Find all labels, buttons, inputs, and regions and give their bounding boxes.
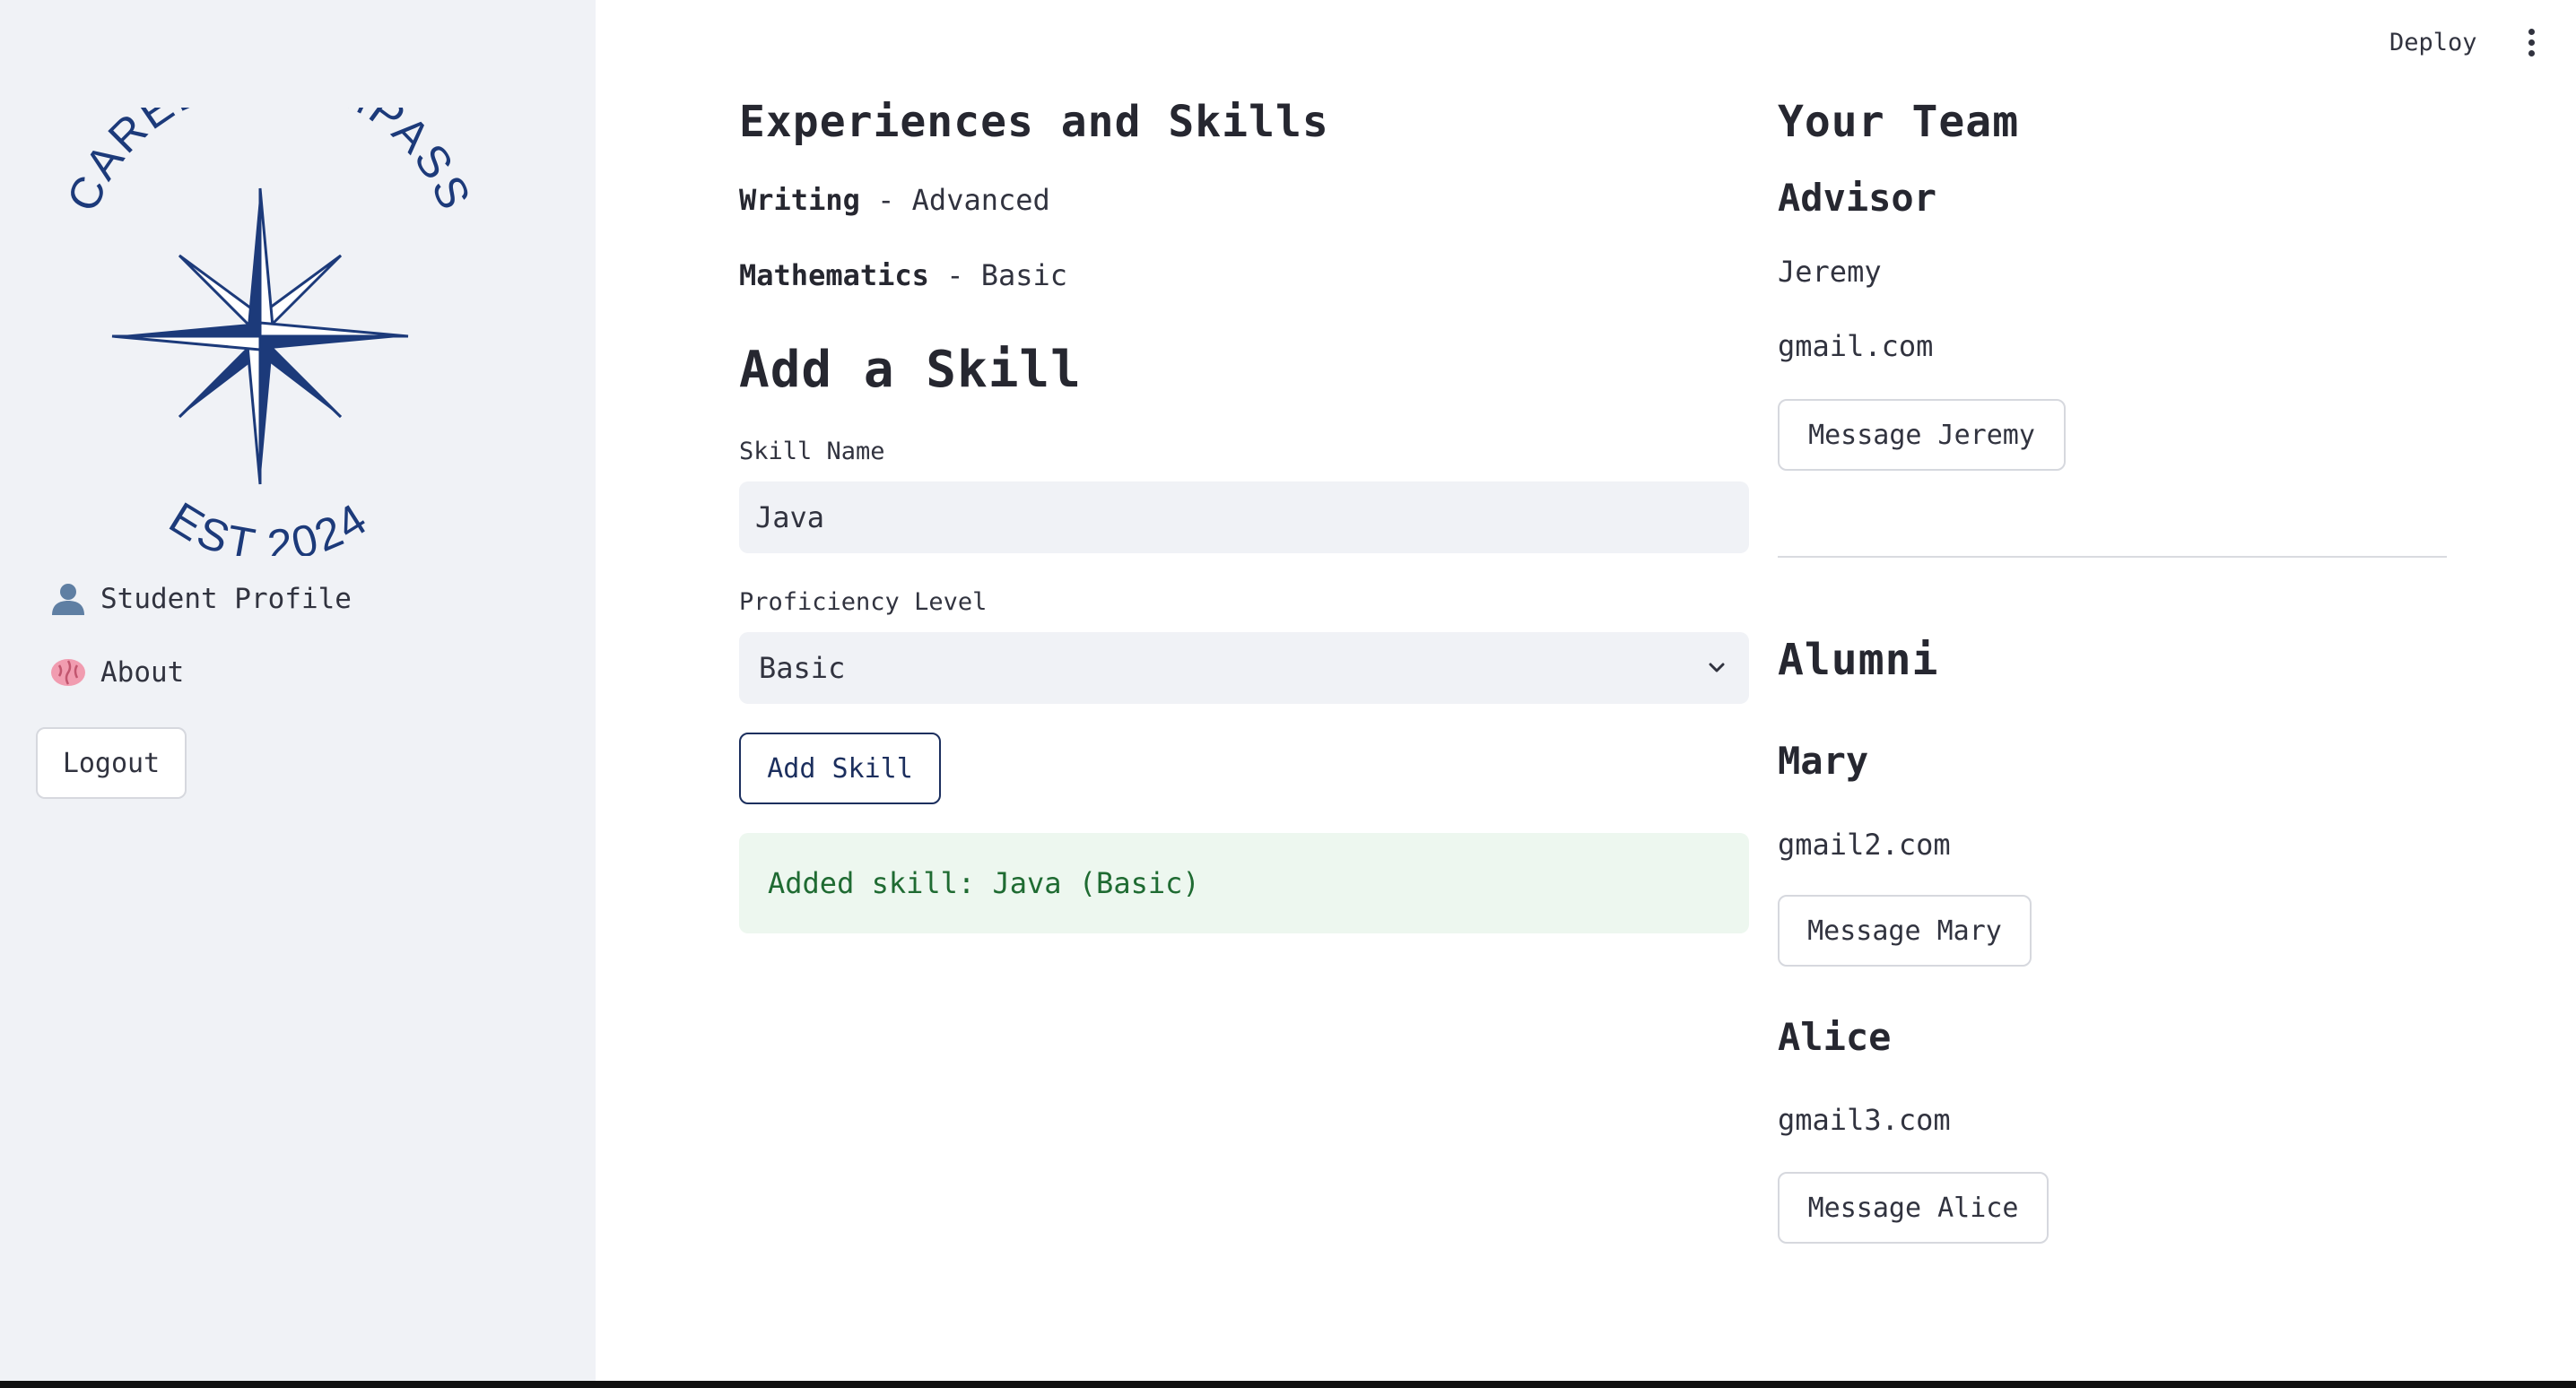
message-advisor-button[interactable]: Message Jeremy — [1778, 399, 2066, 471]
sidebar-item-about[interactable]: About — [48, 655, 184, 690]
alumni-heading: Alumni — [1778, 635, 1939, 685]
sidebar-item-label: Student Profile — [100, 583, 352, 615]
logo-bottom-text: EST 2024 — [161, 492, 377, 556]
deploy-button[interactable]: Deploy — [2389, 29, 2477, 56]
sidebar-item-label: About — [100, 656, 185, 689]
skill-level: Advanced — [911, 183, 1050, 217]
alumni-email: gmail2.com — [1778, 828, 1951, 862]
add-skill-button[interactable]: Add Skill — [739, 733, 941, 804]
sidebar: CAREER COMPASS EST 2024 — [0, 0, 596, 1388]
skill-name: Mathematics — [739, 258, 929, 292]
proficiency-level-label: Proficiency Level — [739, 588, 988, 616]
skill-level: Basic — [980, 258, 1068, 292]
advisor-email: gmail.com — [1778, 329, 1934, 363]
person-silhouette-icon — [52, 584, 84, 615]
proficiency-level-select[interactable]: Basic — [739, 632, 1749, 704]
sidebar-item-student-profile[interactable]: Student Profile — [48, 581, 352, 617]
success-alert: Added skill: Java (Basic) — [739, 833, 1749, 933]
skill-item: Writing - Advanced — [739, 183, 1050, 217]
message-alice-button[interactable]: Message Alice — [1778, 1172, 2049, 1244]
alumni-email: gmail3.com — [1778, 1103, 1951, 1137]
advisor-heading: Advisor — [1778, 176, 1937, 220]
advisor-name: Jeremy — [1778, 255, 1882, 289]
bottom-border — [0, 1381, 2576, 1388]
app-root: CAREER COMPASS EST 2024 — [0, 0, 2576, 1388]
add-skill-title: Add a Skill — [739, 341, 1082, 399]
logo-top-text: CAREER COMPASS — [57, 108, 475, 219]
skill-name-label: Skill Name — [739, 438, 885, 465]
message-mary-button[interactable]: Message Mary — [1778, 895, 2032, 967]
career-compass-logo: CAREER COMPASS EST 2024 — [57, 108, 475, 556]
chevron-down-icon — [1709, 663, 1725, 672]
skill-item: Mathematics - Basic — [739, 258, 1067, 292]
experiences-title: Experiences and Skills — [739, 97, 1329, 147]
skill-separator: - — [859, 183, 912, 217]
compass-star-icon — [111, 187, 409, 485]
team-title: Your Team — [1778, 97, 2020, 147]
proficiency-selected-value: Basic — [759, 651, 846, 685]
skill-name: Writing — [739, 183, 860, 217]
skill-name-input[interactable] — [739, 481, 1749, 553]
brain-icon — [51, 659, 85, 686]
skill-separator: - — [928, 258, 981, 292]
section-divider — [1778, 556, 2447, 558]
kebab-menu-icon[interactable] — [2526, 29, 2537, 63]
alumni-name: Mary — [1778, 739, 1869, 783]
alumni-name: Alice — [1778, 1015, 1892, 1059]
logout-button[interactable]: Logout — [36, 727, 187, 799]
